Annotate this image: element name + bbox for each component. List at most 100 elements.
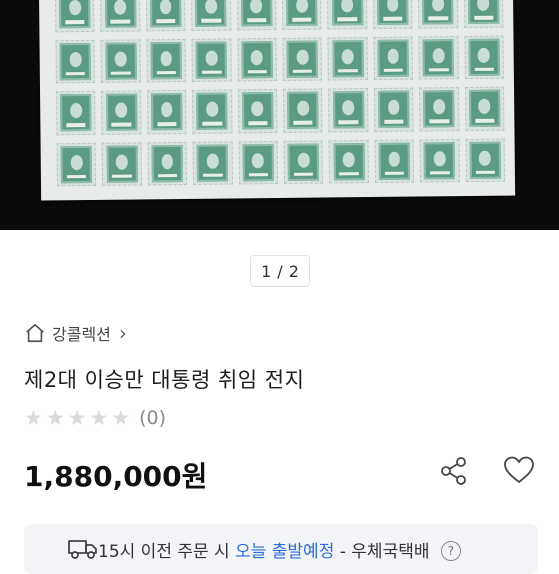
stamp-face <box>151 144 183 183</box>
stamp-face <box>60 145 93 184</box>
stamp-face <box>59 42 92 81</box>
stamp <box>374 139 415 183</box>
shop-name: 강콜렉션 <box>52 325 111 344</box>
stamp <box>465 138 506 183</box>
stamp-face <box>195 41 228 79</box>
stamp <box>100 0 141 32</box>
heart-icon <box>502 456 536 490</box>
stamp-face <box>422 38 455 77</box>
stamp <box>372 0 413 29</box>
stamp-face <box>196 92 228 131</box>
chevron-right-icon: › <box>118 321 127 345</box>
stamp <box>238 140 279 185</box>
stamp-face <box>60 94 92 132</box>
stamp <box>192 140 233 185</box>
stamp-face <box>422 0 454 25</box>
stamp-face <box>423 90 455 128</box>
stamp <box>236 0 277 30</box>
stamp <box>283 140 324 184</box>
stamp-face <box>150 41 182 80</box>
like-button[interactable] <box>502 454 536 490</box>
stamp-face <box>378 90 410 129</box>
truck-icon <box>68 538 98 565</box>
stamp <box>373 36 414 80</box>
stamp-face <box>468 38 500 76</box>
stamp-face <box>195 0 227 28</box>
stamp <box>281 0 322 30</box>
stamp-face <box>286 40 319 78</box>
star-icon: ★ <box>89 406 109 430</box>
stamp-face <box>468 89 501 128</box>
stamp-face <box>378 142 410 180</box>
stamp <box>418 0 458 29</box>
stamp <box>237 88 278 133</box>
stamp-face <box>424 141 456 180</box>
stamp-face <box>241 92 274 130</box>
share-icon <box>438 457 470 491</box>
stamp-face <box>333 142 365 181</box>
stamp-face <box>377 0 409 26</box>
shipping-banner: 15시 이전 주문 시 오늘 출발예정 - 우체국택배 ? <box>24 524 538 574</box>
product-price: 1,880,000원 <box>24 460 208 493</box>
stamp-face <box>467 0 500 25</box>
stamp <box>147 141 188 186</box>
stamp <box>55 39 96 84</box>
stamp <box>327 0 368 29</box>
review-count: (0) <box>139 407 167 429</box>
stamp-face <box>242 143 274 182</box>
shipping-text: 15시 이전 주문 시 오늘 출발예정 - 우체국택배 ? <box>98 537 461 562</box>
product-image[interactable] <box>0 0 559 230</box>
stamp <box>373 87 414 132</box>
stamp <box>463 0 504 28</box>
pager-total: 2 <box>288 261 299 281</box>
stamp-face <box>105 42 137 80</box>
stamp-face <box>469 141 501 179</box>
stamp <box>191 37 232 82</box>
stamp <box>418 35 459 80</box>
stamp-face <box>241 40 273 79</box>
stamp-face <box>332 39 364 78</box>
stamp <box>328 139 369 184</box>
stamp <box>327 36 368 81</box>
stamp-face <box>105 93 137 132</box>
stamp-face <box>377 39 409 77</box>
star-icon: ★ <box>111 406 131 430</box>
stamp-face <box>104 0 136 29</box>
stamp <box>101 141 142 186</box>
stamp-face <box>197 144 229 182</box>
stamp <box>419 138 460 183</box>
stamp <box>146 89 187 134</box>
star-icon: ★ <box>45 406 65 430</box>
stamp-face <box>287 91 319 130</box>
stamp <box>191 0 231 31</box>
stamp <box>56 90 96 135</box>
stamp <box>100 38 141 83</box>
share-button[interactable] <box>438 455 470 491</box>
stamp <box>54 0 95 32</box>
stamp-face <box>331 0 363 26</box>
stamp-sheet <box>38 0 516 201</box>
stamp <box>146 38 187 83</box>
stamp-face <box>151 93 183 131</box>
star-icon: ★ <box>67 406 87 430</box>
rating[interactable]: ★ ★ ★ ★ ★ (0) <box>24 406 166 430</box>
help-icon[interactable]: ? <box>440 540 461 561</box>
stamp <box>192 89 233 134</box>
stamp-face <box>106 145 138 183</box>
stamp-face <box>286 0 318 27</box>
shop-link[interactable]: 강콜렉션 › <box>24 320 127 346</box>
home-icon <box>24 322 46 344</box>
stamp <box>328 88 369 132</box>
stamp <box>283 88 323 133</box>
stamp <box>282 37 323 81</box>
stamp-grid <box>54 0 506 187</box>
stamp <box>464 86 505 131</box>
product-title: 제2대 이승만 대통령 취임 전지 <box>24 368 305 392</box>
stamp <box>145 0 186 31</box>
stamp <box>419 87 460 132</box>
stamp <box>464 35 504 80</box>
pager-current: 1 <box>261 261 272 281</box>
pager-separator: / <box>277 261 283 281</box>
image-pager: 1 / 2 <box>250 255 310 287</box>
stamp-face <box>287 143 320 181</box>
